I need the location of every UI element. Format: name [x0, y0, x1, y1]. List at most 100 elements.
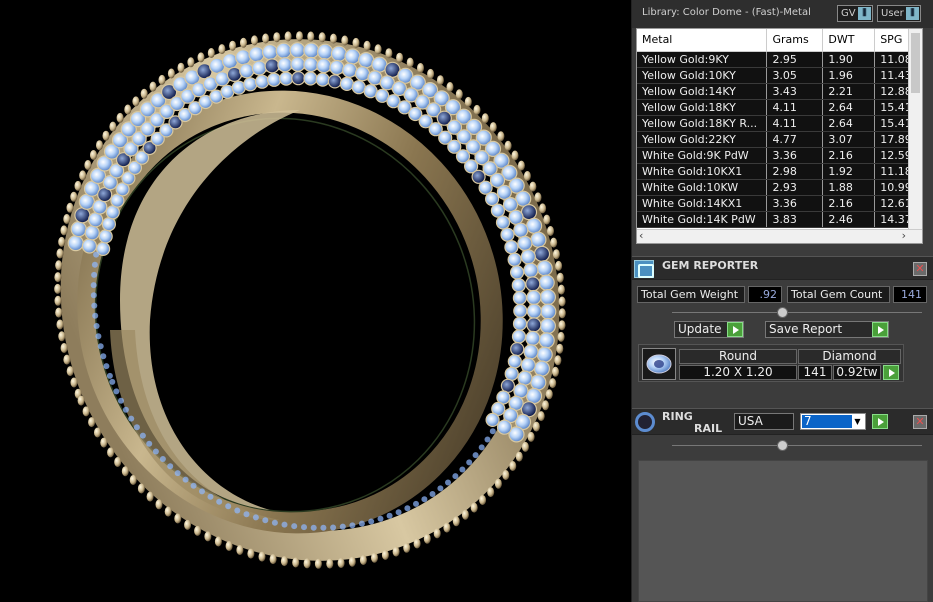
prong — [479, 495, 487, 505]
prong — [54, 283, 62, 294]
prong — [158, 74, 166, 85]
gem-glint — [91, 302, 98, 309]
gv-toggle[interactable]: GV ⫴ — [837, 5, 873, 22]
gem-stone — [509, 265, 525, 280]
gem-glint — [216, 498, 223, 505]
prong — [177, 62, 185, 73]
prong — [534, 192, 542, 203]
gem-glint — [90, 292, 97, 299]
table-row[interactable]: Yellow Gold:18KY 4.11 2.64 15.41 — [637, 99, 922, 116]
cell-metal: Yellow Gold:22KY — [637, 131, 768, 148]
scroll-left-icon[interactable]: ‹ — [639, 229, 643, 242]
prong — [547, 226, 554, 236]
prong — [363, 40, 371, 51]
gem-glint — [152, 448, 159, 455]
gem-glint — [262, 517, 269, 524]
table-horizontal-scrollbar[interactable]: ‹ › — [637, 229, 922, 243]
cell-dwt: 3.07 — [822, 131, 876, 148]
prong — [284, 31, 292, 42]
table-row[interactable]: White Gold:9K PdW 3.36 2.16 12.59 — [637, 147, 922, 164]
gem-glint — [489, 428, 496, 435]
prong — [473, 104, 481, 115]
prong — [66, 366, 74, 377]
gem-stone — [523, 344, 539, 360]
column-header-metal[interactable]: Metal — [637, 29, 768, 52]
go-arrow-icon — [872, 322, 888, 337]
gem-stone — [330, 45, 347, 62]
table-row[interactable]: White Gold:14KX1 3.36 2.16 12.61 — [637, 195, 922, 212]
scroll-thumb[interactable] — [911, 33, 920, 93]
gem-glint — [113, 388, 120, 395]
user-toggle[interactable]: User ⫴ — [877, 5, 921, 22]
ring-rail-title-line1: RING — [662, 410, 693, 423]
gem-glint — [167, 463, 174, 470]
gem-entry-row[interactable]: Round Diamond 1.20 X 1.20 141 0.92tw — [638, 344, 904, 382]
gem-stone — [290, 56, 306, 72]
gem-glint — [421, 496, 428, 503]
gem-stone — [525, 330, 541, 346]
prong — [218, 44, 226, 55]
ring-size-select[interactable]: 7 ▼ — [800, 413, 866, 430]
scroll-right-icon[interactable]: › — [902, 229, 906, 242]
gem-stone — [525, 276, 541, 292]
table-row[interactable]: White Gold:14K PdW 3.83 2.46 14.37 — [637, 211, 922, 228]
chevron-down-icon: ▼ — [854, 417, 861, 426]
gem-glint — [377, 515, 384, 522]
prong — [557, 331, 565, 342]
gem-stone — [540, 303, 557, 320]
prong — [129, 475, 137, 485]
ring-rail-go-icon[interactable] — [872, 414, 888, 429]
save-report-button[interactable]: Save Report — [765, 321, 889, 338]
gem-glint — [91, 271, 98, 278]
close-icon[interactable]: ✕ — [913, 415, 927, 429]
table-row[interactable]: Yellow Gold:18KY R... 4.11 2.64 15.41 — [637, 115, 922, 132]
prong — [109, 121, 117, 132]
cell-grams: 4.11 — [766, 115, 824, 132]
ring-rail-collapse-knob[interactable] — [777, 440, 788, 451]
prong — [70, 377, 78, 388]
table-vertical-scrollbar[interactable] — [908, 29, 922, 243]
gem-glint — [478, 444, 485, 451]
3d-viewport[interactable] — [0, 0, 631, 602]
table-row[interactable]: White Gold:10KX1 2.98 1.92 11.18 — [637, 163, 922, 180]
metal-table: Metal Grams DWT SPG Yellow Gold:9KY 2.95 1… — [636, 28, 923, 244]
prong — [107, 447, 115, 458]
prong — [140, 88, 148, 99]
table-row[interactable]: Yellow Gold:22KY 4.77 3.07 17.89 — [637, 131, 922, 148]
table-row[interactable]: Yellow Gold:14KY 3.43 2.21 12.88 — [637, 83, 922, 100]
cell-grams: 3.36 — [766, 147, 824, 164]
gem-reporter-divider — [672, 312, 922, 313]
close-icon[interactable]: ✕ — [913, 262, 927, 276]
prong — [481, 113, 489, 124]
prong — [385, 48, 393, 59]
prong — [392, 546, 400, 557]
gem-stone — [536, 260, 553, 277]
gem-stone — [74, 207, 91, 224]
gem-glint — [93, 251, 100, 258]
gem-reporter-collapse-knob[interactable] — [777, 307, 788, 318]
gem-glint — [133, 424, 140, 431]
total-gem-count-value: 141 — [893, 286, 927, 303]
prong — [269, 554, 277, 565]
prong — [529, 181, 537, 192]
gem-detail-arrow-icon[interactable] — [883, 365, 899, 380]
column-header-grams[interactable]: Grams — [766, 29, 824, 52]
ring-size-selected: 7 — [802, 415, 852, 428]
prong — [537, 411, 545, 422]
table-row[interactable]: Yellow Gold:9KY 2.95 1.90 11.08 — [637, 51, 922, 68]
table-row[interactable]: White Gold:10KW 2.93 1.88 10.99 — [637, 179, 922, 196]
update-button[interactable]: Update — [674, 321, 744, 338]
prong — [550, 237, 558, 248]
gem-stone — [511, 278, 526, 293]
gem-glint — [291, 523, 298, 530]
prong — [207, 48, 215, 58]
prong — [552, 366, 559, 377]
column-header-dwt[interactable]: DWT — [822, 29, 876, 52]
prong — [214, 536, 222, 547]
gem-stone — [538, 274, 555, 291]
ring-size-region-field[interactable]: USA — [734, 413, 794, 430]
cell-dwt: 1.96 — [822, 67, 876, 84]
library-header: Library: Color Dome - (Fast)-Metal GV ⫴ … — [632, 0, 933, 28]
prong — [90, 150, 97, 160]
table-row[interactable]: Yellow Gold:10KY 3.05 1.96 11.43 — [637, 67, 922, 84]
